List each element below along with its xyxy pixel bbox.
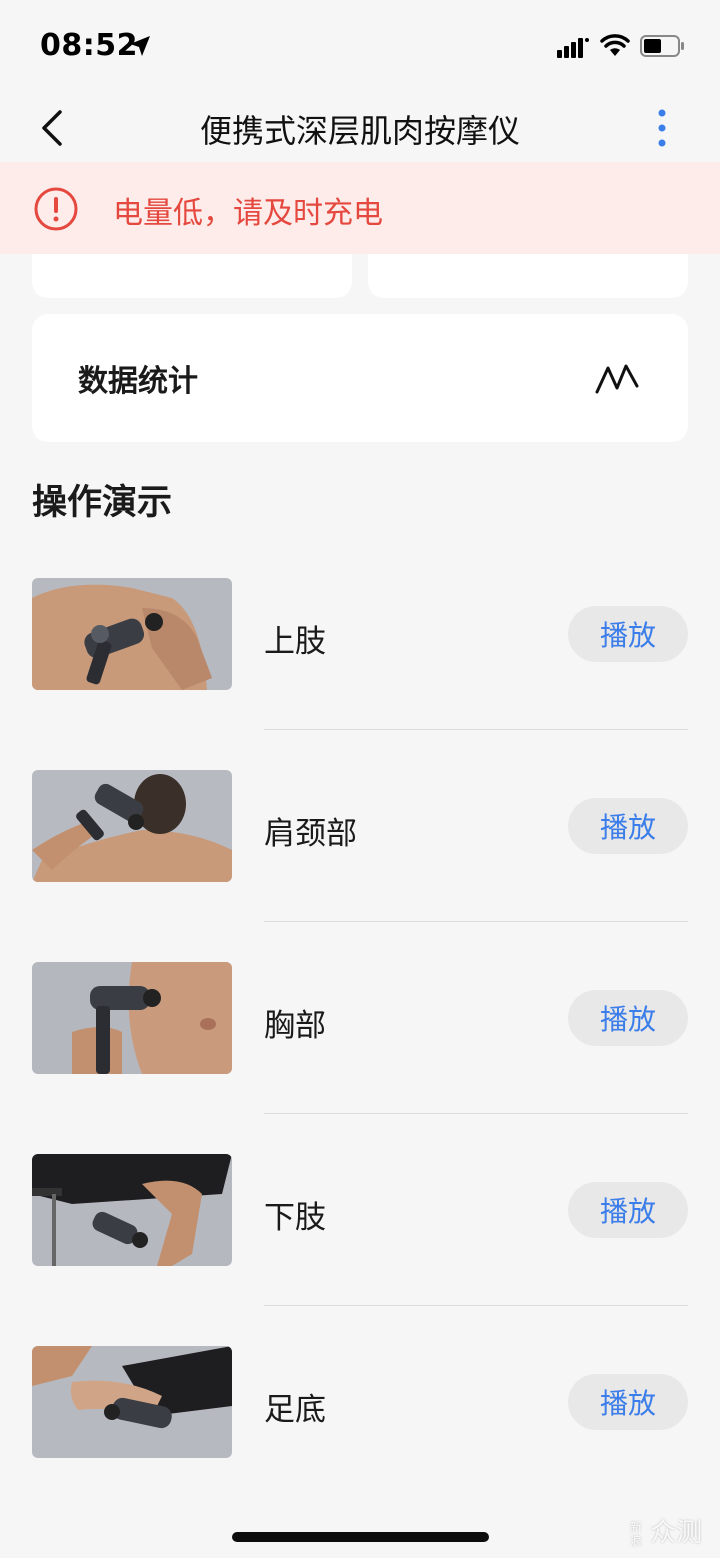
cellular-signal-icon <box>557 38 589 58</box>
list-item-sole[interactable]: 足底 播放 <box>0 1346 720 1538</box>
thumbnail-chest[interactable] <box>32 962 232 1074</box>
more-options-icon[interactable] <box>652 108 672 148</box>
list-item-upper-limb[interactable]: 上肢 播放 <box>0 578 720 770</box>
list-item-shoulder-neck[interactable]: 肩颈部 播放 <box>0 770 720 962</box>
demo-label: 下肢 <box>264 1200 326 1236</box>
massage-shoulder-neck-image <box>32 770 232 882</box>
home-indicator[interactable] <box>232 1532 489 1542</box>
demo-label: 上肢 <box>264 624 326 660</box>
partial-card-right[interactable] <box>368 254 688 298</box>
watermark: 新浪 众测 <box>630 1512 714 1552</box>
play-button[interactable]: 播放 <box>568 1182 688 1238</box>
page-title: 便携式深层肌肉按摩仪 <box>199 112 520 150</box>
play-button[interactable]: 播放 <box>568 990 688 1046</box>
demo-label: 胸部 <box>264 1008 326 1044</box>
demo-label: 肩颈部 <box>264 816 357 852</box>
watermark-large-text: 众测 <box>650 1518 703 1548</box>
massage-sole-image <box>32 1346 232 1458</box>
line-chart-icon <box>595 364 639 394</box>
thumbnail-upper-limb[interactable] <box>32 578 232 690</box>
divider <box>264 1113 688 1114</box>
play-button[interactable]: 播放 <box>568 798 688 854</box>
location-arrow-icon <box>130 36 150 56</box>
divider <box>264 1305 688 1306</box>
data-statistics-label: 数据统计 <box>78 364 198 399</box>
demo-label: 足底 <box>264 1392 326 1428</box>
alert-message: 电量低，请及时充电 <box>113 196 383 231</box>
divider <box>264 921 688 922</box>
section-title-demo: 操作演示 <box>32 483 173 523</box>
partial-card-left[interactable] <box>32 254 352 298</box>
massage-lower-limb-image <box>32 1154 232 1266</box>
play-button[interactable]: 播放 <box>568 1374 688 1430</box>
battery-icon <box>640 35 684 57</box>
warning-circle-icon <box>34 187 78 231</box>
thumbnail-shoulder-neck[interactable] <box>32 770 232 882</box>
thumbnail-lower-limb[interactable] <box>32 1154 232 1266</box>
divider <box>264 729 688 730</box>
play-button[interactable]: 播放 <box>568 606 688 662</box>
low-battery-alert: 电量低，请及时充电 <box>0 162 720 254</box>
wifi-icon <box>600 34 630 56</box>
status-time: 08:52 <box>40 28 138 63</box>
status-bar: 08:52 <box>0 0 720 92</box>
massage-chest-image <box>32 962 232 1074</box>
watermark-small-text: 新浪 <box>630 1519 643 1548</box>
massage-upper-limb-image <box>32 578 232 690</box>
data-statistics-card[interactable]: 数据统计 <box>32 314 688 442</box>
thumbnail-sole[interactable] <box>32 1346 232 1458</box>
list-item-lower-limb[interactable]: 下肢 播放 <box>0 1154 720 1346</box>
nav-bar: 便携式深层肌肉按摩仪 <box>0 92 720 162</box>
list-item-chest[interactable]: 胸部 播放 <box>0 962 720 1154</box>
